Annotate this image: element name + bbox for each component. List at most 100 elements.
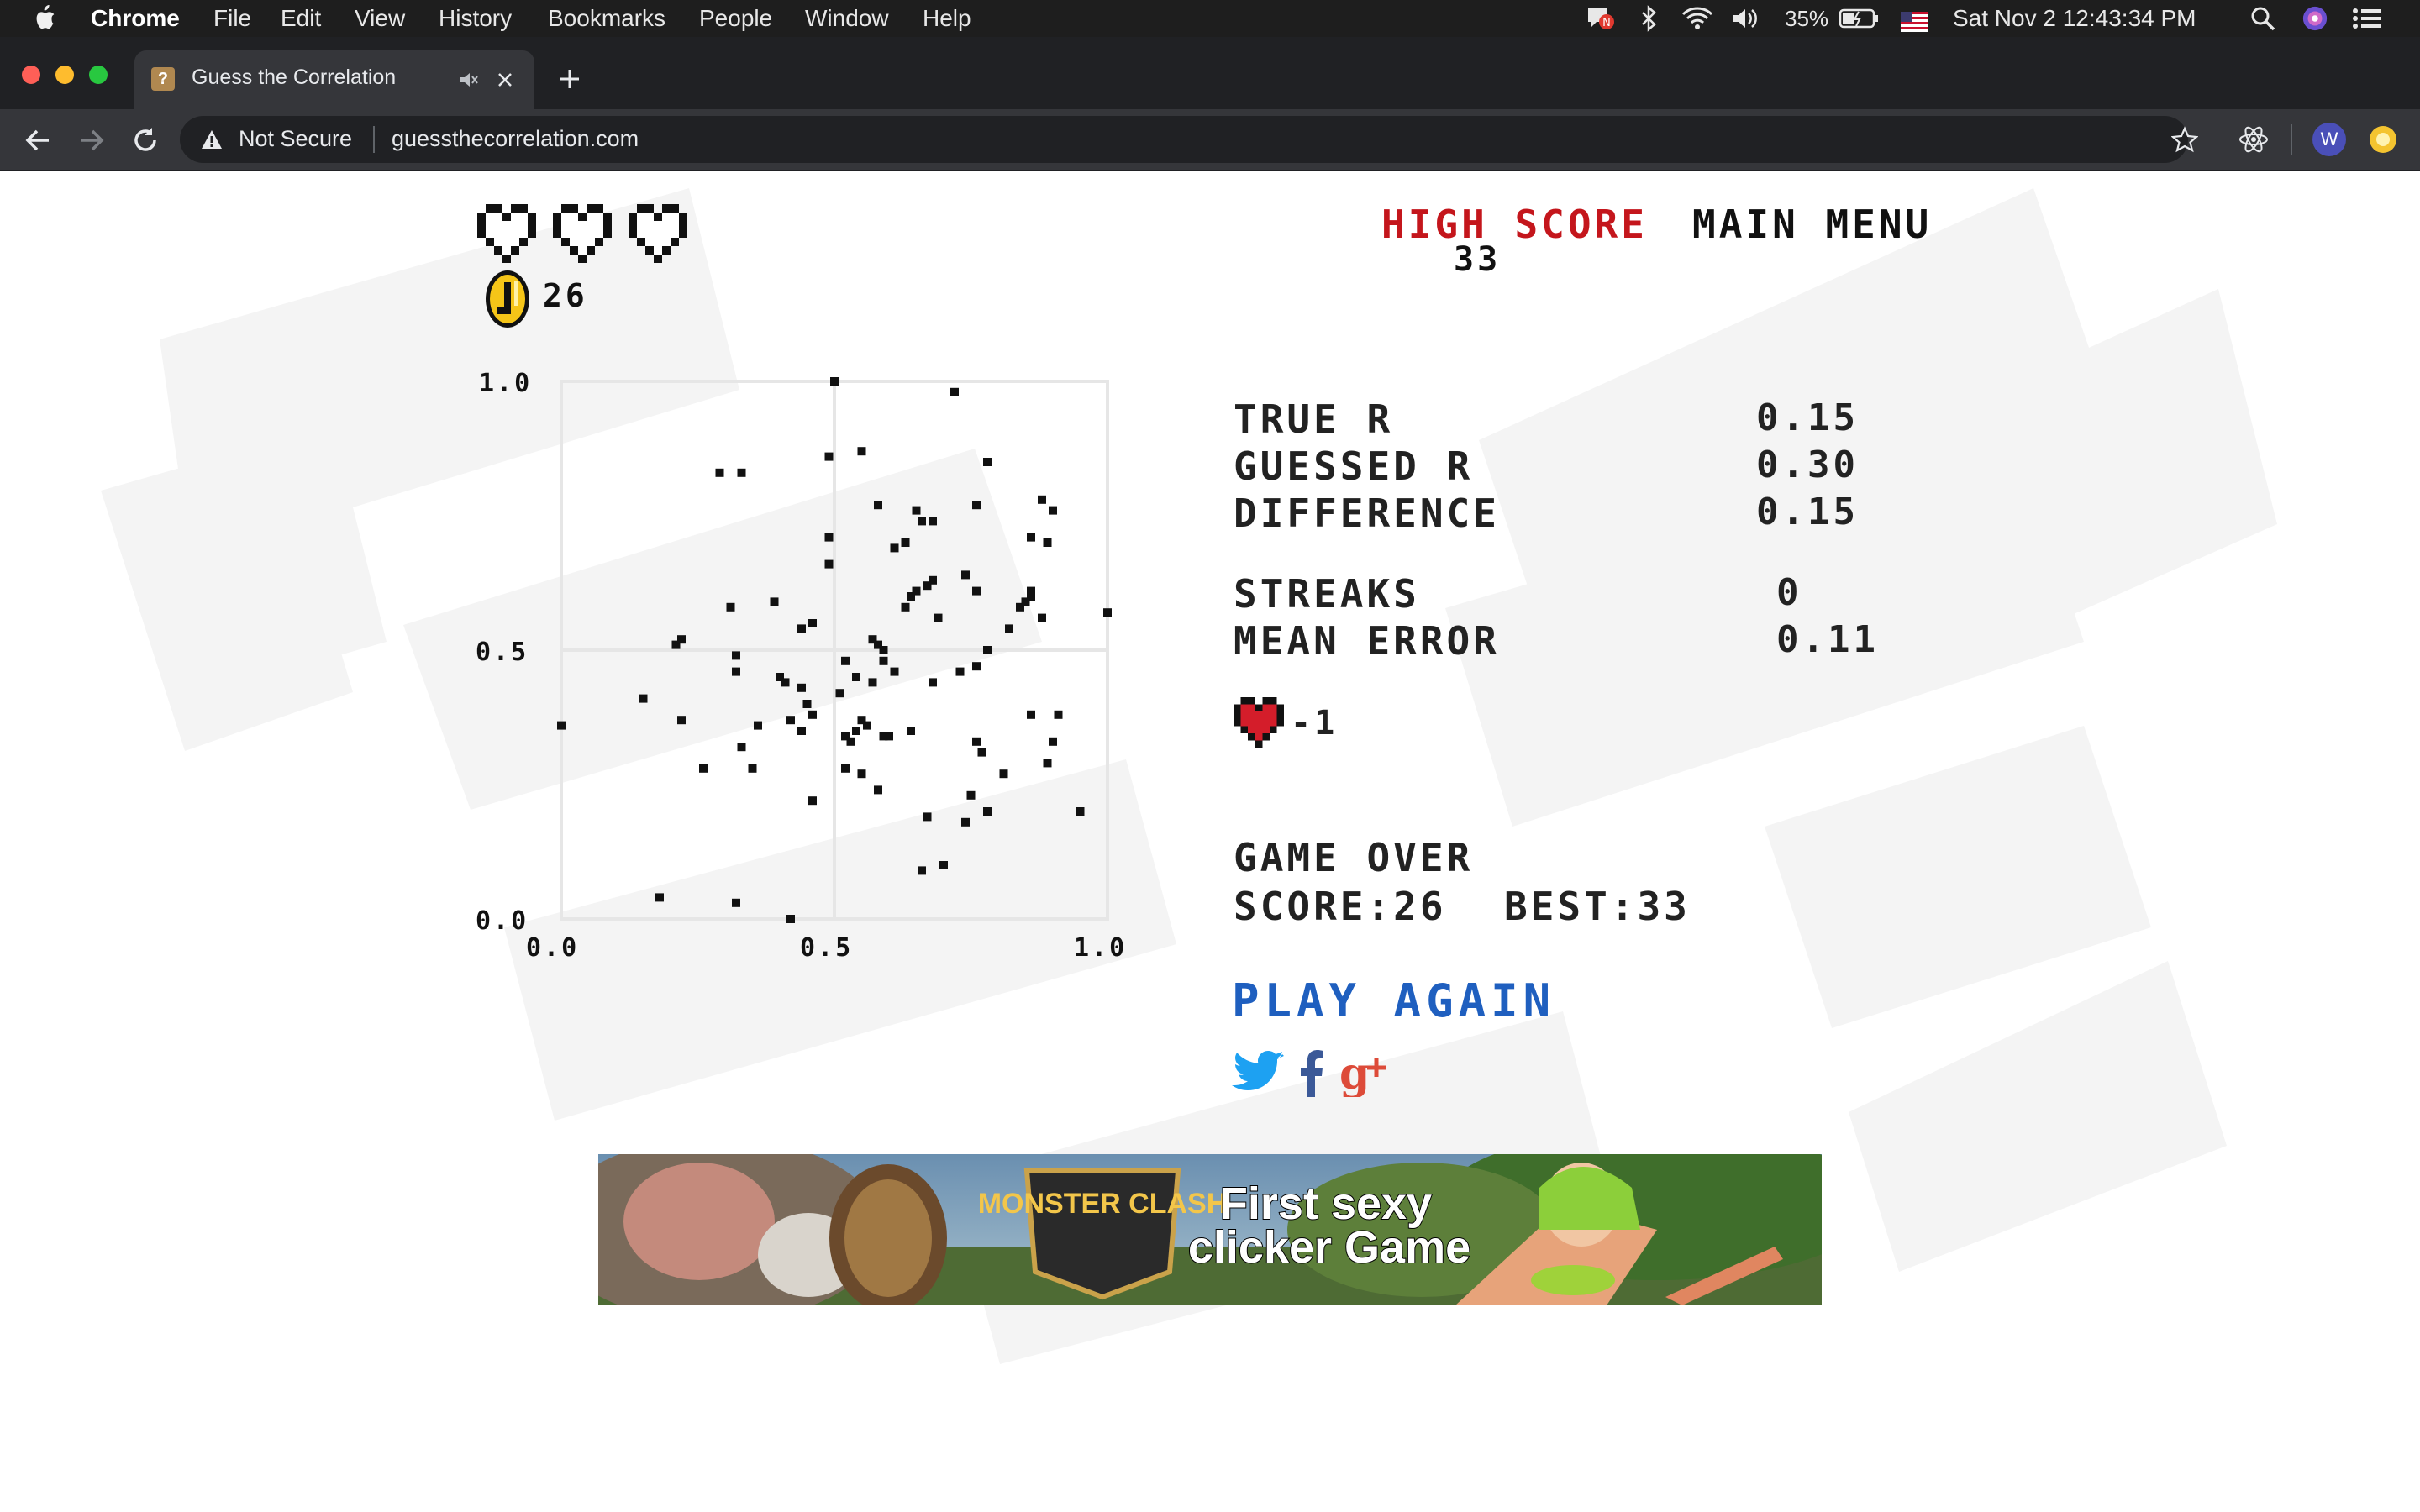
tab-close-icon[interactable]: [496, 71, 514, 89]
life-change-value: -1: [1291, 704, 1339, 743]
close-window-button[interactable]: [22, 66, 40, 84]
data-point: [972, 737, 981, 746]
back-icon[interactable]: [17, 119, 59, 161]
coin-count: 26: [543, 277, 588, 314]
siri-icon[interactable]: [2301, 5, 2329, 32]
data-point: [901, 602, 910, 612]
forward-icon[interactable]: [71, 119, 113, 161]
data-point: [737, 468, 746, 477]
data-point: [918, 517, 926, 526]
data-point: [972, 662, 981, 671]
facebook-icon[interactable]: [1297, 1050, 1324, 1097]
tab-audio-icon[interactable]: [459, 71, 479, 89]
ad-banner[interactable]: MONSTER CLASH First sexy clicker Game: [598, 1154, 1822, 1305]
warning-icon[interactable]: [200, 128, 224, 151]
data-point: [983, 807, 992, 816]
twitter-icon[interactable]: [1232, 1050, 1286, 1097]
data-point: [557, 721, 566, 730]
data-point: [863, 721, 871, 730]
data-point: [1076, 807, 1085, 816]
google-plus-icon[interactable]: g: [1339, 1050, 1393, 1097]
menu-view[interactable]: View: [355, 0, 405, 37]
data-point: [824, 559, 834, 569]
menu-help[interactable]: Help: [923, 0, 971, 37]
react-devtools-icon[interactable]: [2235, 121, 2272, 158]
wifi-icon[interactable]: [1681, 5, 1714, 32]
data-point: [955, 667, 965, 676]
url-text[interactable]: guessthecorrelation.com: [392, 126, 639, 152]
data-point: [1016, 602, 1024, 612]
stat-label: DIFFERENCE: [1234, 491, 1500, 536]
reload-icon[interactable]: [124, 119, 166, 161]
data-point: [1049, 506, 1057, 515]
new-tab-icon[interactable]: [558, 67, 581, 91]
menu-people[interactable]: People: [699, 0, 772, 37]
data-point: [923, 812, 932, 822]
control-center-icon[interactable]: [2351, 5, 2383, 32]
data-point: [961, 570, 970, 580]
data-point: [1049, 737, 1057, 746]
data-point: [1027, 710, 1035, 719]
notification-icon[interactable]: N: [1585, 5, 1615, 32]
data-point: [901, 538, 910, 547]
clock[interactable]: Sat Nov 2 12:43:34 PM: [1953, 0, 2196, 37]
menu-bar: Chrome File Edit View History Bookmarks …: [0, 0, 2420, 37]
data-point: [726, 602, 735, 612]
main-menu-button[interactable]: MAIN MENU: [1692, 202, 1932, 247]
data-point: [868, 678, 877, 687]
volume-icon[interactable]: [1731, 5, 1760, 32]
data-point: [786, 915, 795, 923]
stat-value: 0.15: [1756, 396, 1859, 439]
data-point: [950, 387, 959, 396]
bookmark-star-icon[interactable]: [2171, 126, 2198, 153]
extension-coin-icon[interactable]: [2365, 121, 2402, 158]
data-point: [808, 796, 817, 806]
data-point: [923, 581, 932, 591]
data-point: [1054, 710, 1063, 719]
us-flag-icon[interactable]: [1901, 8, 1928, 35]
security-label[interactable]: Not Secure: [239, 126, 352, 152]
toolbar-divider: [2291, 124, 2292, 155]
data-point: [655, 893, 664, 902]
tab-guess-the-correlation[interactable]: ? Guess the Correlation: [134, 50, 534, 109]
data-point: [1038, 613, 1046, 622]
data-point: [770, 597, 779, 606]
menu-window[interactable]: Window: [805, 0, 889, 37]
address-bar[interactable]: Not Secure guessthecorrelation.com: [180, 116, 2198, 163]
menu-history[interactable]: History: [439, 0, 512, 37]
data-point: [961, 817, 970, 827]
data-point: [797, 727, 806, 735]
spotlight-icon[interactable]: [2249, 5, 2277, 32]
battery-icon[interactable]: [1839, 5, 1881, 32]
data-point: [907, 592, 915, 601]
data-point: [879, 646, 888, 654]
profile-avatar[interactable]: W: [2312, 123, 2346, 156]
data-point: [699, 764, 708, 773]
x-tick-label: 0.0: [526, 933, 579, 963]
data-point: [983, 646, 992, 654]
data-point: [1043, 538, 1052, 547]
data-point: [934, 613, 943, 622]
favicon-icon: ?: [151, 67, 175, 91]
zoom-window-button[interactable]: [89, 66, 108, 84]
data-point: [879, 656, 888, 665]
data-point: [912, 506, 921, 515]
play-again-button[interactable]: PLAY AGAIN: [1232, 974, 1555, 1027]
data-point: [841, 764, 850, 773]
data-point: [754, 721, 762, 730]
data-point: [830, 377, 839, 386]
menu-file[interactable]: File: [213, 0, 251, 37]
svg-text:g: g: [1339, 1050, 1370, 1097]
minimize-window-button[interactable]: [55, 66, 74, 84]
data-point: [1043, 759, 1052, 768]
data-point: [781, 678, 790, 687]
data-point: [797, 683, 806, 692]
menu-app-name[interactable]: Chrome: [91, 0, 180, 37]
browser-toolbar: Not Secure guessthecorrelation.com W: [0, 109, 2420, 171]
bluetooth-icon[interactable]: [1639, 5, 1659, 32]
apple-icon[interactable]: [32, 4, 57, 31]
menu-edit[interactable]: Edit: [281, 0, 321, 37]
data-point: [802, 700, 812, 708]
game-page: 26 HIGH SCORE 33 MAIN MENU 1.0 0.5 0.0 0…: [0, 171, 2420, 1512]
menu-bookmarks[interactable]: Bookmarks: [548, 0, 666, 37]
